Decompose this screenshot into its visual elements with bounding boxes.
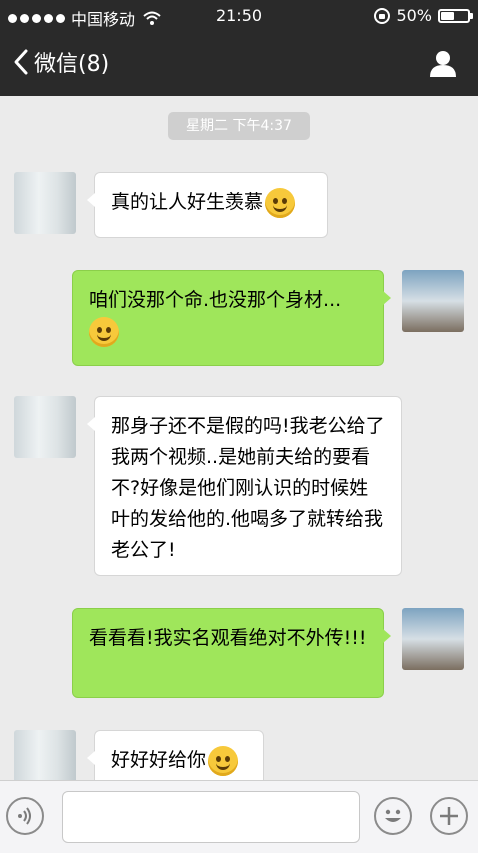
voice-icon[interactable]	[6, 797, 44, 835]
message-text: 咱们没那个命.也没那个身材...	[89, 289, 342, 311]
my-avatar[interactable]	[402, 608, 464, 670]
blushing-face-icon	[265, 187, 296, 218]
outgoing-message[interactable]: 看看看!我实名观看绝对不外传!!!	[72, 608, 391, 698]
battery-icon	[438, 8, 473, 23]
back-button[interactable]: 微信(8)	[12, 46, 109, 78]
winking-tongue-face-icon	[208, 745, 239, 776]
message-text: 那身子还不是假的吗!我老公给了我两个视频..是她前夫给的要看不?好像是他们刚认识…	[111, 415, 385, 561]
back-label: 微信(8)	[34, 52, 110, 77]
battery-percent: 50%	[396, 6, 432, 25]
rotation-lock-icon	[374, 7, 391, 24]
battery-status: 50%	[374, 6, 473, 25]
message-text: 真的让人好生羡慕	[111, 191, 264, 213]
incoming-message[interactable]: 那身子还不是假的吗!我老公给了我两个视频..是她前夫给的要看不?好像是他们刚认识…	[87, 396, 402, 576]
timestamp-pill: 星期二 下午4:37	[168, 112, 310, 140]
outgoing-message[interactable]: 咱们没那个命.也没那个身材...	[72, 270, 391, 366]
plus-icon[interactable]	[430, 797, 468, 835]
incoming-message[interactable]: 真的让人好生羡慕	[87, 172, 328, 238]
message-text: 看看看!我实名观看绝对不外传!!!	[89, 627, 367, 649]
message-text: 好好好给你	[111, 749, 207, 771]
friend-avatar[interactable]	[14, 730, 76, 780]
input-bar	[0, 780, 478, 853]
person-icon[interactable]	[428, 50, 458, 78]
friend-avatar[interactable]	[14, 396, 76, 458]
grinning-face-icon	[89, 316, 119, 347]
nav-bar: 微信(8)	[0, 32, 478, 96]
smiley-icon[interactable]	[374, 797, 412, 835]
my-avatar[interactable]	[402, 270, 464, 332]
chat-area[interactable]: 星期二 下午4:37 真的让人好生羡慕 咱们没那个命.也没那个身材... 那身子…	[0, 96, 478, 780]
friend-avatar[interactable]	[14, 172, 76, 234]
status-bar: 中国移动 21:50 50%	[0, 0, 478, 32]
incoming-message[interactable]: 好好好给你	[87, 730, 264, 780]
message-input[interactable]	[62, 791, 360, 843]
chevron-left-icon	[14, 49, 28, 75]
